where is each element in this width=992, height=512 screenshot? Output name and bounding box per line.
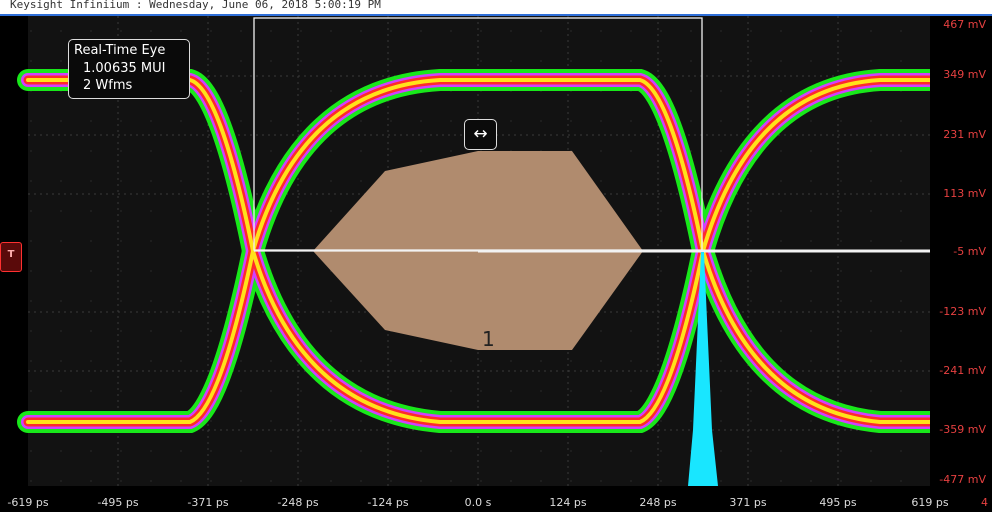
eye-panel-title: Real-Time Eye	[74, 43, 166, 58]
eye-measurement-panel[interactable]: Real-Time Eye 1.00635 MUI 2 Wfms	[68, 39, 190, 99]
title-bar: Keysight Infiniium : Wednesday, June 06,…	[0, 0, 992, 16]
window-title: Keysight Infiniium : Wednesday, June 06,…	[10, 0, 381, 11]
x-tick: 124 ps	[549, 496, 587, 509]
trigger-icon: T	[0, 242, 22, 272]
eye-panel-mui: 1.00635 MUI	[83, 61, 166, 76]
x-tick: 0.0 s	[464, 496, 492, 509]
y-tick: -359 mV	[939, 423, 986, 436]
horizontal-marker-button[interactable]: ↔	[464, 119, 497, 150]
x-tick: -371 ps	[187, 496, 229, 509]
x-tick: 371 ps	[729, 496, 767, 509]
x-tick: 495 ps	[819, 496, 857, 509]
y-tick: 113 mV	[943, 187, 986, 200]
x-tick: -248 ps	[277, 496, 319, 509]
trigger-label: T	[7, 249, 15, 260]
x-tick: 248 ps	[639, 496, 677, 509]
mask-number: 1	[482, 327, 495, 351]
x-tick: -619 ps	[7, 496, 49, 509]
corner-label: 4	[981, 496, 988, 509]
y-tick: -5 mV	[953, 245, 986, 258]
x-axis: -619 ps -495 ps -371 ps -248 ps -124 ps …	[0, 486, 992, 512]
y-tick: 467 mV	[943, 18, 986, 31]
y-tick: -241 mV	[939, 364, 986, 377]
x-tick: -124 ps	[367, 496, 409, 509]
y-tick: 349 mV	[943, 68, 986, 81]
x-tick: 619 ps	[911, 496, 949, 509]
x-tick: -495 ps	[97, 496, 139, 509]
y-tick: 231 mV	[943, 128, 986, 141]
y-axis: 467 mV 349 mV 231 mV 113 mV -5 mV -123 m…	[930, 16, 992, 486]
eye-panel-wfms: 2 Wfms	[83, 78, 133, 93]
horizontal-arrows-icon: ↔	[473, 124, 488, 144]
y-tick: -123 mV	[939, 305, 986, 318]
y-tick: -477 mV	[939, 473, 986, 486]
trigger-level-marker[interactable]: T	[0, 241, 28, 272]
